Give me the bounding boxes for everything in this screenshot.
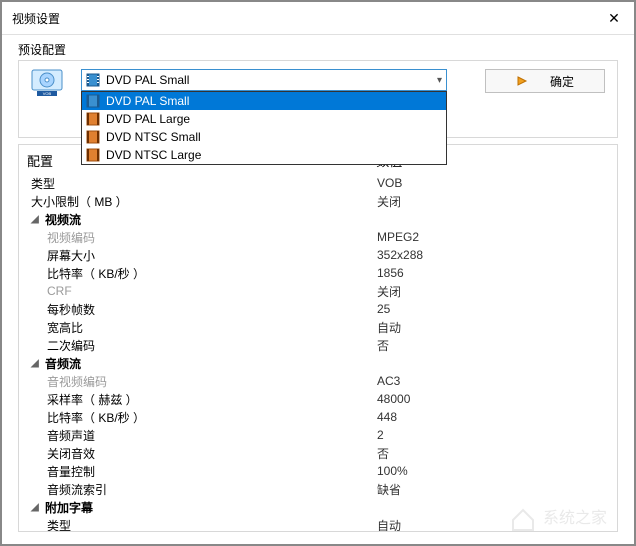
config-label: 大小限制（ MB ） [23,193,377,210]
film-icon [86,94,100,108]
preset-section-label: 预设配置 [18,41,618,58]
config-label: 每秒帧数 [23,301,377,318]
config-label: 音量控制 [23,463,377,480]
preset-option-label: DVD NTSC Small [106,130,201,144]
table-row[interactable]: 采样率（ 赫兹 ）48000 [23,390,613,408]
preset-option-label: DVD PAL Small [106,94,189,108]
film-icon [86,73,100,87]
vob-disc-icon: VOB [31,69,63,97]
chevron-down-icon: ▾ [437,75,442,86]
config-label: 类型 [23,175,377,192]
config-value: 1856 [377,266,613,280]
config-label: 关闭音效 [23,445,377,462]
ok-button[interactable]: 确定 [485,69,605,93]
table-row[interactable]: 类型自动 [23,516,613,531]
preset-option[interactable]: DVD NTSC Small [82,128,446,146]
config-value: MPEG2 [377,230,613,244]
config-label: 音频声道 [23,427,377,444]
config-value: 否 [377,445,613,462]
config-value: 缺省 [377,481,613,498]
film-icon [86,148,100,162]
config-value: 自动 [377,319,613,336]
table-row[interactable]: 比特率（ KB/秒 ）448 [23,408,613,426]
category-video[interactable]: ◢视频流 [23,210,613,228]
category-label: 视频流 [45,211,81,228]
category-audio[interactable]: ◢音频流 [23,354,613,372]
config-label: 屏幕大小 [23,247,377,264]
config-value: 2 [377,428,613,442]
table-row[interactable]: 大小限制（ MB ） 关闭 [23,192,613,210]
config-label: CRF [23,284,377,298]
category-label: 音频流 [45,355,81,372]
config-value: 关闭 [377,283,613,300]
config-label: 比特率（ KB/秒 ） [23,409,377,426]
collapse-icon[interactable]: ◢ [31,358,43,369]
table-row[interactable]: 二次编码否 [23,336,613,354]
svg-text:VOB: VOB [43,91,52,96]
table-row[interactable]: 类型 VOB [23,174,613,192]
table-row[interactable]: 宽高比自动 [23,318,613,336]
config-value: 自动 [377,517,613,532]
table-row[interactable]: 音频声道2 [23,426,613,444]
table-row[interactable]: 比特率（ KB/秒 ）1856 [23,264,613,282]
config-label: 宽高比 [23,319,377,336]
ok-button-label: 确定 [550,73,574,90]
arrow-right-icon [516,74,530,88]
table-row[interactable]: 音频流索引缺省 [23,480,613,498]
table-row[interactable]: 音视频编码AC3 [23,372,613,390]
table-row[interactable]: 音量控制100% [23,462,613,480]
table-row[interactable]: 关闭音效否 [23,444,613,462]
config-value: 否 [377,337,613,354]
config-label: 比特率（ KB/秒 ） [23,265,377,282]
config-value: AC3 [377,374,613,388]
config-value: 25 [377,302,613,316]
table-row[interactable]: 视频编码MPEG2 [23,228,613,246]
window-title: 视频设置 [12,10,60,27]
preset-selected-text: DVD PAL Small [106,73,189,87]
category-label: 附加字幕 [45,499,93,516]
config-value: 关闭 [377,193,613,210]
config-label: 视频编码 [23,229,377,246]
config-value: 448 [377,410,613,424]
preset-option-label: DVD NTSC Large [106,148,201,162]
config-value: VOB [377,176,613,190]
category-subtitle[interactable]: ◢附加字幕 [23,498,613,516]
preset-option[interactable]: DVD NTSC Large [82,146,446,164]
close-icon[interactable]: ✕ [604,8,624,28]
table-row[interactable]: CRF关闭 [23,282,613,300]
table-row[interactable]: 每秒帧数25 [23,300,613,318]
config-value: 352x288 [377,248,613,262]
collapse-icon[interactable]: ◢ [31,502,43,513]
preset-option[interactable]: DVD PAL Small [82,92,446,110]
config-label: 音视频编码 [23,373,377,390]
preset-dropdown[interactable]: DVD PAL Small ▾ [81,69,447,91]
config-label: 类型 [23,517,377,532]
table-row[interactable]: 屏幕大小352x288 [23,246,613,264]
config-label: 二次编码 [23,337,377,354]
preset-dropdown-list: DVD PAL Small DVD PAL Large DVD NTSC Sma… [81,91,447,165]
preset-option[interactable]: DVD PAL Large [82,110,446,128]
config-value: 48000 [377,392,613,406]
film-icon [86,130,100,144]
preset-option-label: DVD PAL Large [106,112,190,126]
collapse-icon[interactable]: ◢ [31,214,43,225]
film-icon [86,112,100,126]
config-label: 采样率（ 赫兹 ） [23,391,377,408]
config-value: 100% [377,464,613,478]
config-label: 音频流索引 [23,481,377,498]
config-tree[interactable]: 类型 VOB 大小限制（ MB ） 关闭 ◢视频流 视频编码MPEG2 屏幕大小… [19,174,617,531]
